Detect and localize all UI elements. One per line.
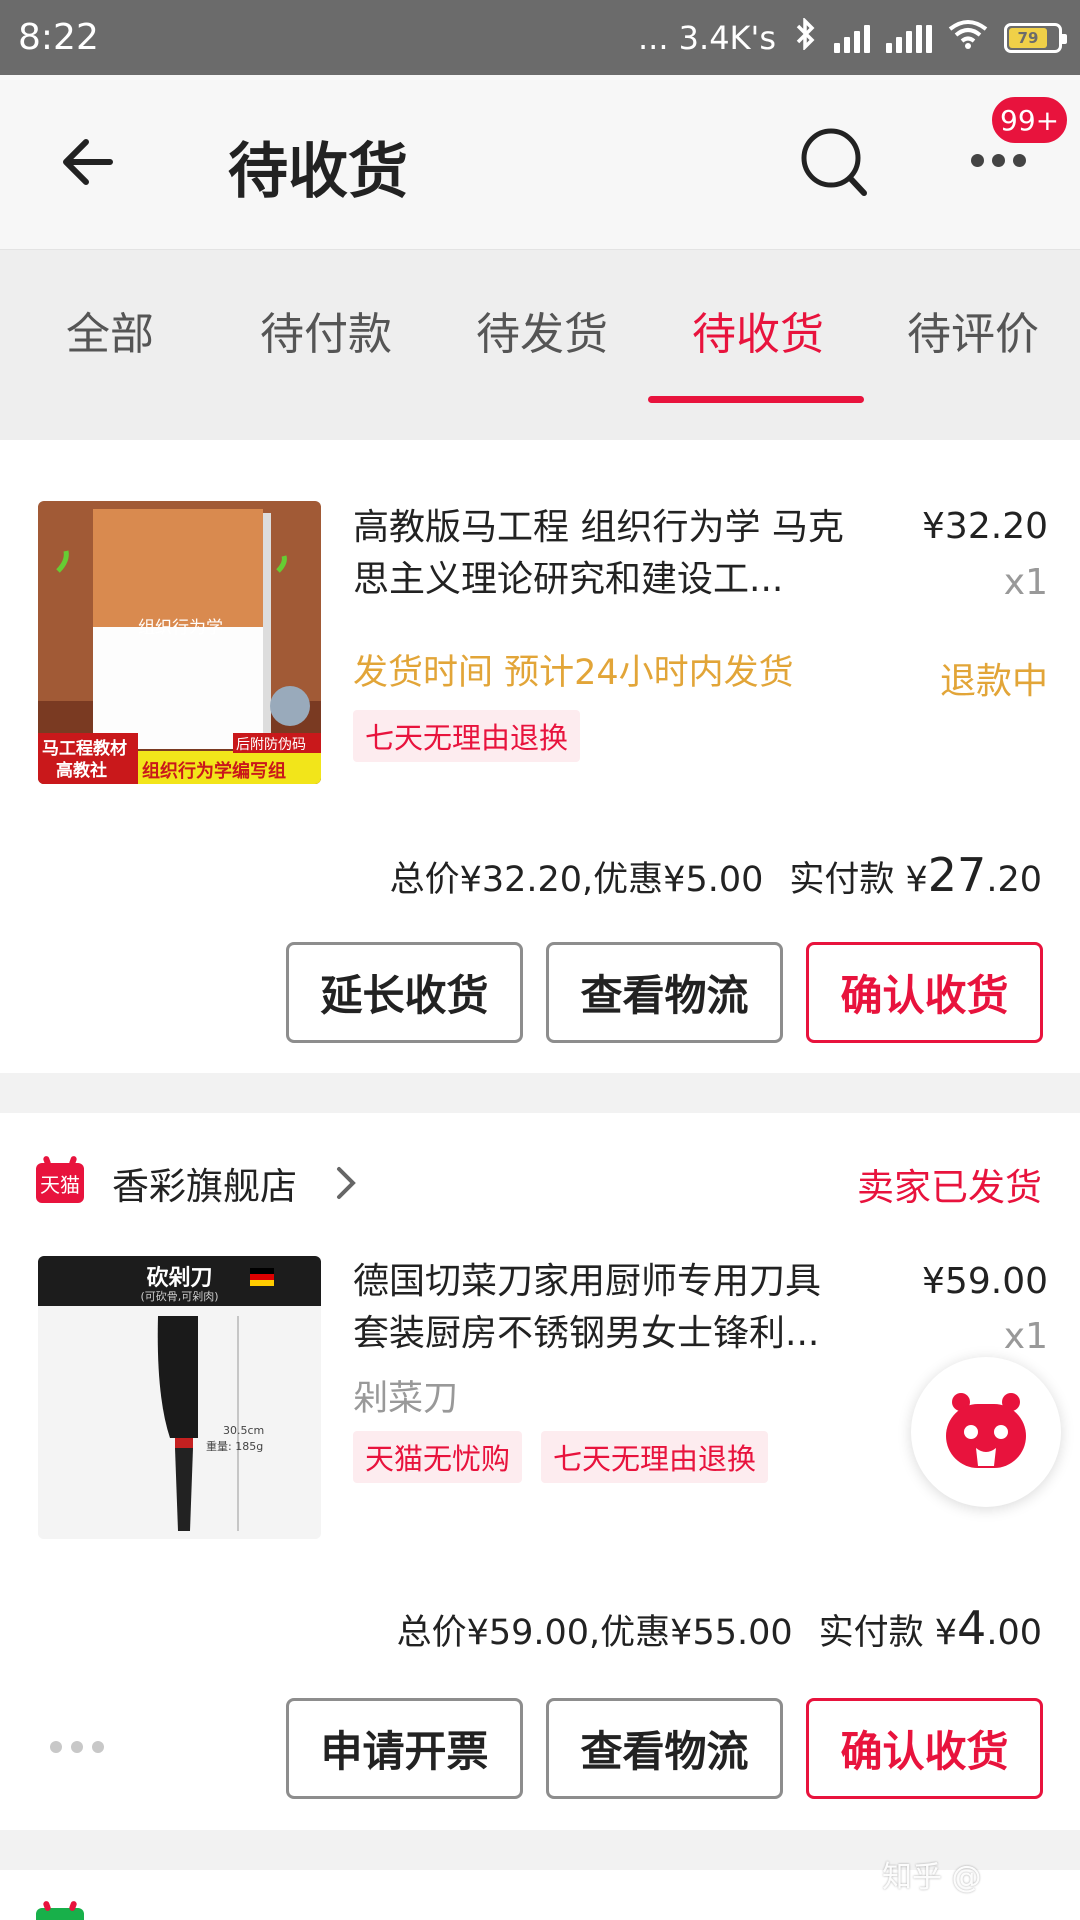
tab-pending-review[interactable]: 待评价 — [907, 298, 1039, 362]
product-image[interactable]: 砍剁刀 (可砍骨,可剁肉) 30.5cm 重量: 185g — [38, 1256, 321, 1539]
network-speed: ... 3.4K's — [637, 18, 776, 57]
view-logistics-button[interactable]: 查看物流 — [546, 1698, 783, 1799]
battery-icon: 79 — [1004, 22, 1067, 53]
page-title: 待收货 — [228, 137, 408, 207]
order-card: 组织行为学 马工程教材 高教社 后附防伪码 组织行为学编写组 高教版马工程 组织行… — [0, 440, 1080, 1073]
knife-size: 30.5cm — [223, 1424, 265, 1437]
extend-receipt-button[interactable]: 延长收货 — [286, 942, 523, 1043]
return-policy-tag: 七天无理由退换 — [353, 710, 581, 762]
refund-status[interactable]: 退款中 — [940, 652, 1048, 704]
knife-weight: 重量: 185g — [206, 1440, 264, 1453]
back-button[interactable] — [56, 127, 126, 197]
assistant-mascot-icon — [946, 1393, 1026, 1468]
active-tab-indicator — [648, 396, 864, 403]
product-title[interactable]: 德国切菜刀家用厨师专用刀具套装厨房不锈钢男女士锋利... — [353, 1256, 853, 1360]
product-price: ¥32.20 — [922, 506, 1048, 547]
return-policy-tag: 七天无理由退换 — [541, 1431, 769, 1483]
tab-all[interactable]: 全部 — [66, 298, 154, 362]
assistant-float-button[interactable] — [911, 1357, 1061, 1507]
order-total: 总价¥32.20,优惠¥5.00 实付款 ¥ 27 .20 — [389, 848, 1042, 902]
tmall-icon: 天猫 — [36, 1163, 84, 1203]
order-total: 总价¥59.00,优惠¥55.00 实付款 ¥ 4 .00 — [396, 1601, 1042, 1655]
bluetooth-icon — [792, 16, 818, 58]
request-invoice-button[interactable]: 申请开票 — [286, 1698, 523, 1799]
knife-image-sub: (可砍骨,可剁肉) — [140, 1290, 219, 1303]
confirm-receipt-button[interactable]: 确认收货 — [806, 942, 1043, 1043]
book-badge-right: 后附防伪码 — [236, 737, 306, 753]
shop-icon — [36, 1908, 84, 1920]
signal-icon-2 — [886, 23, 932, 53]
notification-badge: 99+ — [990, 95, 1070, 145]
book-badge-left: 马工程教材 高教社 — [42, 739, 127, 781]
search-icon — [801, 128, 867, 196]
search-button[interactable] — [798, 125, 873, 200]
product-title[interactable]: 高教版马工程 组织行为学 马克思主义理论研究和建设工... — [353, 502, 853, 606]
product-quantity: x1 — [1003, 562, 1048, 603]
status-time: 8:22 — [18, 17, 99, 58]
order-card: 天猫 香彩旗舰店 卖家已发货 砍剁刀 (可砍骨,可剁肉) 30.5cm 重量: … — [0, 1113, 1080, 1830]
arrow-left-icon — [63, 139, 113, 185]
status-icons: ... 3.4K's 79 — [637, 16, 1067, 58]
status-bar: 8:22 ... 3.4K's 79 — [0, 0, 1080, 75]
signal-icon — [834, 23, 870, 53]
more-dots-icon — [970, 153, 984, 167]
tab-pending-payment[interactable]: 待付款 — [260, 298, 392, 362]
tab-pending-shipment[interactable]: 待发货 — [476, 298, 608, 362]
confirm-receipt-button[interactable]: 确认收货 — [806, 1698, 1043, 1799]
tmall-worry-free-tag: 天猫无忧购 — [353, 1431, 523, 1483]
shop-row[interactable]: 天猫 香彩旗舰店 — [36, 1153, 361, 1213]
order-tabs: 全部 待付款 待发货 待收货 待评价 — [0, 250, 1080, 440]
more-actions-button[interactable] — [50, 1741, 104, 1753]
book-cover-title: 组织行为学 — [138, 618, 223, 638]
book-badge-bottom: 组织行为学编写组 — [142, 761, 286, 782]
product-quantity: x1 — [1003, 1316, 1048, 1357]
watermark: 知乎 @ — [882, 1860, 982, 1895]
tab-pending-receipt[interactable]: 待收货 — [692, 298, 824, 362]
order-status: 卖家已发货 — [857, 1166, 1042, 1209]
chevron-right-icon — [337, 1167, 356, 1199]
wifi-icon — [948, 19, 988, 57]
view-logistics-button[interactable]: 查看物流 — [546, 942, 783, 1043]
shop-name[interactable]: 香彩旗舰店 — [112, 1156, 297, 1210]
shipping-time: 发货时间 预计24小时内发货 — [353, 653, 794, 693]
page-header: 待收货 99+ — [0, 75, 1080, 250]
product-image[interactable]: 组织行为学 马工程教材 高教社 后附防伪码 组织行为学编写组 — [38, 501, 321, 784]
product-price: ¥59.00 — [922, 1261, 1048, 1302]
product-spec: 剁菜刀 — [353, 1379, 459, 1419]
